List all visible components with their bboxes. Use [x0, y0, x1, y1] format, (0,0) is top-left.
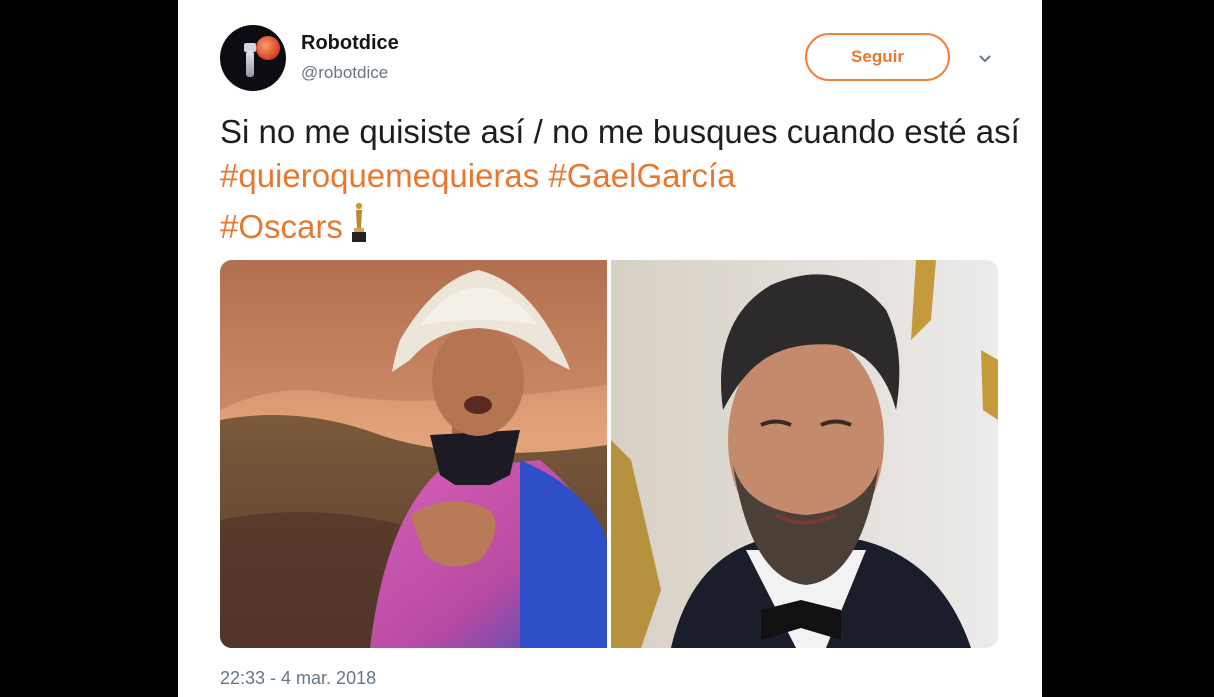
- hashtag-link[interactable]: #Oscars: [220, 208, 343, 245]
- chevron-down-icon[interactable]: [978, 52, 992, 66]
- avatar-robot-body: [246, 51, 254, 77]
- tweet-text: Si no me quisiste así / no me busques cu…: [220, 110, 1020, 249]
- tweet-media[interactable]: [220, 260, 998, 648]
- follow-button-label: Seguir: [851, 47, 904, 66]
- author-handle[interactable]: @robotdice: [301, 63, 388, 83]
- avatar[interactable]: [220, 25, 286, 91]
- oscar-trophy-icon: [351, 202, 366, 242]
- hashtag-link[interactable]: #GaelGarcía: [548, 157, 735, 194]
- photo-portrait[interactable]: [611, 260, 998, 648]
- follow-button[interactable]: Seguir: [805, 33, 950, 81]
- tweet-timestamp[interactable]: 22:33 - 4 mar. 2018: [220, 668, 376, 689]
- tweet-card: Robotdice @robotdice Seguir Si no me qui…: [178, 0, 1042, 697]
- author-name[interactable]: Robotdice: [301, 32, 399, 55]
- avatar-moon: [256, 36, 280, 60]
- photo-cowboy[interactable]: [220, 260, 607, 648]
- tweet-text-body: Si no me quisiste así / no me busques cu…: [220, 113, 1020, 150]
- hashtag-link[interactable]: #quieroquemequieras: [220, 157, 539, 194]
